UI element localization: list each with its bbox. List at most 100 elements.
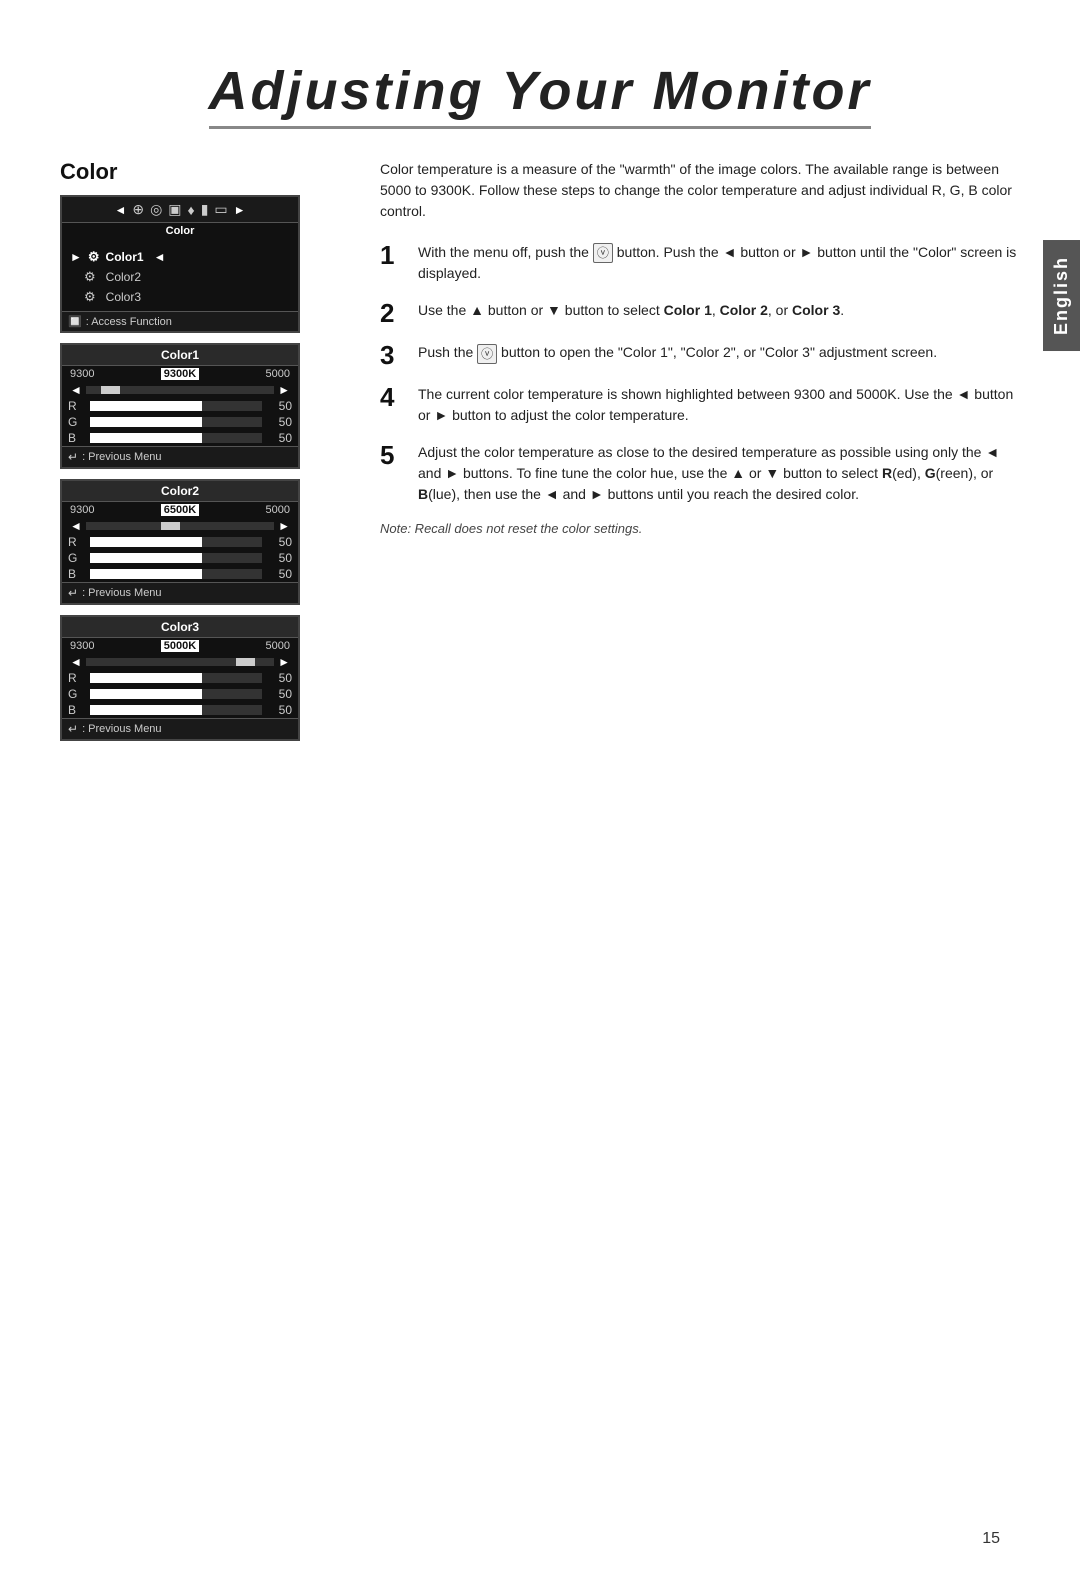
color1-b-bar	[90, 433, 262, 443]
step-1: 1 With the menu off, push the ⓥ button. …	[380, 242, 1020, 284]
osd-item-icon3: ⚙	[84, 289, 96, 305]
color1-slider-row: ◄ ►	[62, 382, 298, 398]
color3-b-bar	[90, 705, 262, 715]
color2-box: Color2 9300 6500K 5000 ◄ ► R 50	[60, 479, 300, 605]
color3-r-row: R 50	[62, 670, 298, 686]
color2-r-row: R 50	[62, 534, 298, 550]
osd-item-label2: Color2	[106, 270, 141, 284]
color2-temp-mid: 6500K	[161, 504, 199, 516]
step-2: 2 Use the ▲ button or ▼ button to select…	[380, 300, 1020, 326]
osd-left-arrow: ◄	[114, 203, 126, 217]
access-fn-label: : Access Function	[86, 316, 172, 328]
color1-b-val: 50	[270, 431, 292, 445]
color2-g-row: G 50	[62, 550, 298, 566]
color2-b-row: B 50	[62, 566, 298, 582]
steps-list: 1 With the menu off, push the ⓥ button. …	[380, 242, 1020, 505]
color2-b-val: 50	[270, 567, 292, 581]
left-panel: Color ◄ ⊕ ◎ ▣ ♦ ▮ ▭ ► Color Color ► ⚙	[60, 159, 340, 751]
color3-box: Color3 9300 5000K 5000 ◄ ► R 50	[60, 615, 300, 741]
color3-b-val: 50	[270, 703, 292, 717]
prev-menu-label3: : Previous Menu	[82, 723, 161, 735]
main-content: Color ◄ ⊕ ◎ ▣ ♦ ▮ ▭ ► Color Color ► ⚙	[60, 159, 1020, 751]
color3-title: Color3	[62, 617, 298, 638]
color2-g-val: 50	[270, 551, 292, 565]
osd-item-color2: ⚙ Color2	[70, 267, 290, 287]
color2-right-arrow: ►	[278, 519, 290, 533]
osd-icon-4: ♦	[188, 202, 195, 218]
color2-temps: 9300 6500K 5000	[62, 502, 298, 518]
step-5: 5 Adjust the color temperature as close …	[380, 442, 1020, 505]
step-4-number: 4	[380, 384, 404, 410]
color1-slider-block	[101, 386, 120, 394]
osd-topbar: ◄ ⊕ ◎ ▣ ♦ ▮ ▭ ► Color	[62, 197, 298, 223]
color1-prev-menu: ↵ : Previous Menu	[62, 446, 298, 467]
osd-icon-5: ▮	[201, 201, 209, 218]
prev-menu-icon2: ↵	[68, 586, 78, 600]
color3-prev-menu: ↵ : Previous Menu	[62, 718, 298, 739]
color1-left-arrow: ◄	[70, 383, 82, 397]
color1-r-row: R 50	[62, 398, 298, 414]
intro-text: Color temperature is a measure of the "w…	[380, 159, 1020, 222]
color2-slider-row: ◄ ►	[62, 518, 298, 534]
color3-b-row: B 50	[62, 702, 298, 718]
osd-icon-6: ▭	[214, 201, 227, 218]
osd-item-label3: Color3	[106, 290, 141, 304]
prev-menu-icon3: ↵	[68, 722, 78, 736]
color2-slider-block	[161, 522, 180, 530]
step-3-number: 3	[380, 342, 404, 368]
page-title: Adjusting Your Monitor	[209, 60, 872, 129]
color1-temp-right: 5000	[266, 368, 290, 380]
step-2-text: Use the ▲ button or ▼ button to select C…	[418, 300, 844, 321]
osd-item-color1: ► ⚙ Color1 ◄	[70, 247, 290, 267]
enter-button-icon2: ⓥ	[477, 344, 497, 364]
step-1-text: With the menu off, push the ⓥ button. Pu…	[418, 242, 1020, 284]
color2-g-label: G	[68, 551, 82, 565]
color3-slider-row: ◄ ►	[62, 654, 298, 670]
step-5-text: Adjust the color temperature as close to…	[418, 442, 1020, 505]
osd-item-color3: ⚙ Color3	[70, 287, 290, 307]
color3-slider-track	[86, 658, 274, 666]
color2-b-label: B	[68, 567, 82, 581]
color2-title: Color2	[62, 481, 298, 502]
osd-item-label: Color1	[106, 250, 144, 264]
color3-r-label: R	[68, 671, 82, 685]
prev-menu-label1: : Previous Menu	[82, 451, 161, 463]
section-title: Color	[60, 159, 340, 185]
color1-b-row: B 50	[62, 430, 298, 446]
prev-menu-icon1: ↵	[68, 450, 78, 464]
osd-menu-items: ► ⚙ Color1 ◄ ⚙ Color2 ⚙ Color3	[62, 243, 298, 311]
step-3: 3 Push the ⓥ button to open the "Color 1…	[380, 342, 1020, 368]
color2-left-arrow: ◄	[70, 519, 82, 533]
step-2-number: 2	[380, 300, 404, 326]
osd-item-right-arrow: ◄	[154, 250, 166, 264]
osd-right-arrow: ►	[234, 203, 246, 217]
color1-g-row: G 50	[62, 414, 298, 430]
osd-item-icon2: ⚙	[84, 269, 96, 285]
enter-button-icon: ⓥ	[593, 243, 613, 263]
color3-b-label: B	[68, 703, 82, 717]
color2-b-bar	[90, 569, 262, 579]
osd-main-title: Color	[526, 204, 555, 216]
color3-r-val: 50	[270, 671, 292, 685]
prev-menu-label2: : Previous Menu	[82, 587, 161, 599]
step-4: 4 The current color temperature is shown…	[380, 384, 1020, 426]
color3-g-bar	[90, 689, 262, 699]
color3-r-bar	[90, 673, 262, 683]
note-text: Note: Recall does not reset the color se…	[380, 521, 1020, 536]
color3-g-label: G	[68, 687, 82, 701]
osd-icon-3: ▣	[168, 201, 181, 218]
access-fn-icon: 🔲	[68, 315, 82, 328]
color1-g-bar	[90, 417, 262, 427]
color2-r-label: R	[68, 535, 82, 549]
step-3-text: Push the ⓥ button to open the "Color 1",…	[418, 342, 937, 363]
color1-r-val: 50	[270, 399, 292, 413]
color1-right-arrow: ►	[278, 383, 290, 397]
english-tab: English	[1043, 240, 1080, 351]
color2-temp-left: 9300	[70, 504, 94, 516]
color3-g-val: 50	[270, 687, 292, 701]
osd-main-box: ◄ ⊕ ◎ ▣ ♦ ▮ ▭ ► Color Color ► ⚙ Color1 ◄	[60, 195, 300, 333]
color1-temp-left: 9300	[70, 368, 94, 380]
page-title-section: Adjusting Your Monitor	[0, 60, 1080, 129]
color3-slider-block	[236, 658, 255, 666]
color3-left-arrow: ◄	[70, 655, 82, 669]
